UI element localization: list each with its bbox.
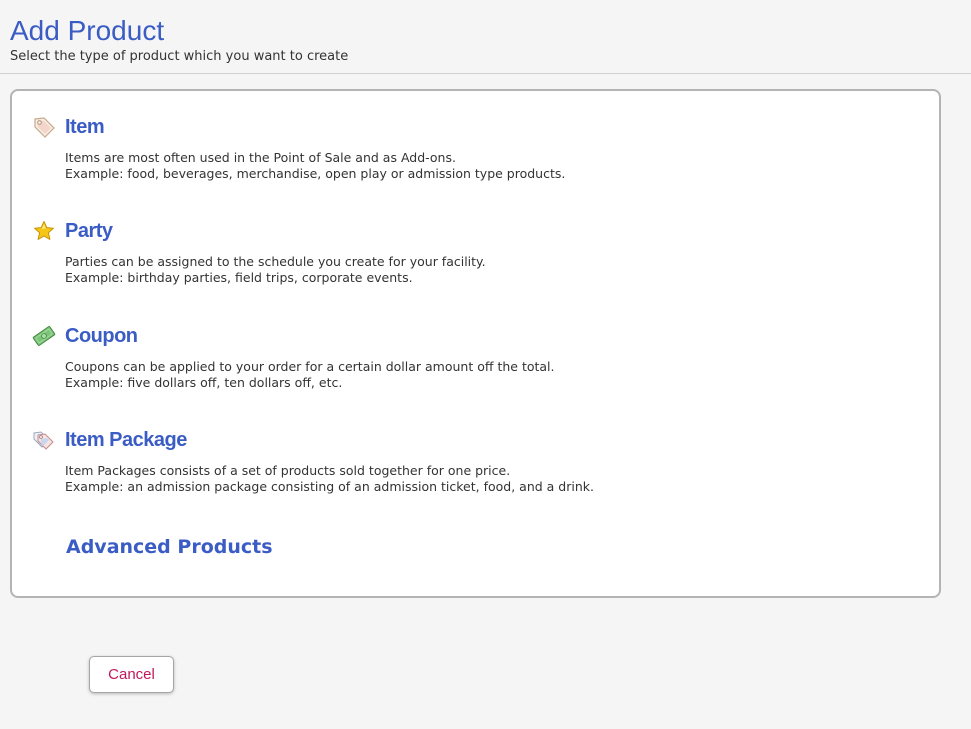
advanced-products-link[interactable]: Advanced Products — [66, 535, 273, 559]
description-line: Parties can be assigned to the schedule … — [65, 254, 486, 269]
product-description: Item Packages consists of a set of produ… — [65, 463, 594, 495]
page-subtitle: Select the type of product which you wan… — [10, 49, 349, 64]
example-line: Example: food, beverages, merchandise, o… — [65, 166, 566, 181]
description-line: Coupons can be applied to your order for… — [65, 359, 555, 374]
description-line: Item Packages consists of a set of produ… — [65, 463, 511, 478]
product-name-coupon[interactable]: Coupon — [65, 324, 138, 348]
product-description: Coupons can be applied to your order for… — [65, 359, 555, 391]
product-option-item[interactable]: Item Items are most often used in the Po… — [12, 115, 939, 205]
product-option-party[interactable]: Party Parties can be assigned to the sch… — [12, 219, 939, 309]
product-description: Parties can be assigned to the schedule … — [65, 254, 486, 286]
multiple-tags-icon — [32, 428, 56, 452]
star-icon — [32, 219, 56, 243]
page-title: Add Product — [10, 15, 165, 46]
example-line: Example: an admission package consisting… — [65, 479, 594, 494]
page-header: Add Product Select the type of product w… — [0, 0, 971, 74]
money-icon — [32, 324, 56, 348]
product-option-item-package[interactable]: Item Package Item Packages consists of a… — [12, 428, 939, 518]
example-line: Example: five dollars off, ten dollars o… — [65, 375, 343, 390]
cancel-button[interactable]: Cancel — [89, 656, 174, 693]
product-option-coupon[interactable]: Coupon Coupons can be applied to your or… — [12, 324, 939, 414]
product-description: Items are most often used in the Point o… — [65, 150, 565, 182]
product-type-panel: Item Items are most often used in the Po… — [10, 89, 941, 598]
description-line: Items are most often used in the Point o… — [65, 150, 456, 165]
product-name-item[interactable]: Item — [65, 115, 105, 139]
price-tag-icon — [32, 115, 56, 139]
product-name-item-package[interactable]: Item Package — [65, 428, 187, 452]
example-line: Example: birthday parties, field trips, … — [65, 270, 413, 285]
product-name-party[interactable]: Party — [65, 219, 113, 243]
